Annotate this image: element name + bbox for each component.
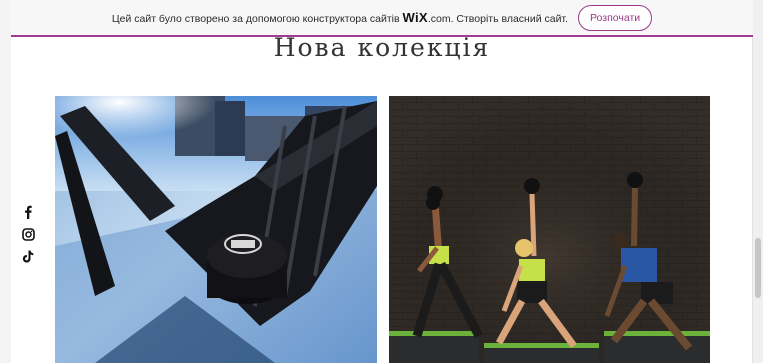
fitness-photo-image: [389, 96, 710, 363]
hockey-photo[interactable]: [55, 96, 377, 363]
facebook-icon[interactable]: [20, 204, 36, 220]
tiktok-icon[interactable]: [20, 248, 36, 264]
hockey-photo-image: [55, 96, 377, 363]
social-bar: [20, 204, 36, 270]
page-left-margin: [0, 0, 11, 363]
wix-logo: WiX: [402, 10, 428, 25]
scrollbar-thumb[interactable]: [755, 238, 761, 298]
page-title: Нова колекція: [273, 33, 491, 62]
start-button[interactable]: Розпочати: [578, 4, 653, 31]
banner-text: Цей сайт було створено за допомогою конс…: [111, 10, 568, 25]
vertical-scrollbar[interactable]: [752, 0, 763, 363]
fitness-photo[interactable]: [389, 96, 710, 363]
wix-promo-banner: Цей сайт було створено за допомогою конс…: [11, 0, 753, 37]
banner-text-suffix: .com. Створіть власний сайт.: [427, 13, 568, 25]
instagram-icon[interactable]: [20, 226, 36, 242]
